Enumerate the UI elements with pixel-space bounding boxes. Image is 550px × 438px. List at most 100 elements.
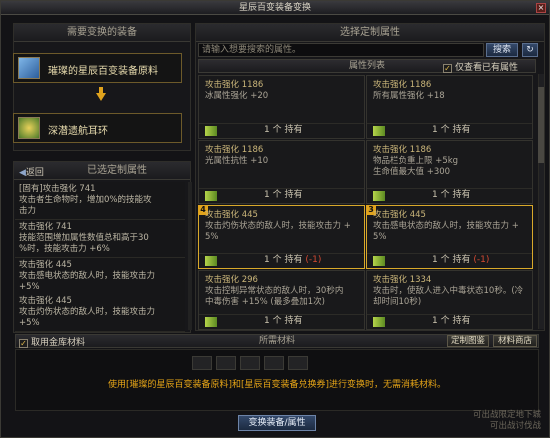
- back-label: 返回: [25, 168, 44, 178]
- selected-attr-line: 击力: [19, 206, 37, 216]
- target-equip-name: 深潜遗航耳环: [48, 126, 108, 137]
- card-line: 攻击强化 1186: [205, 80, 264, 90]
- selected-attr-line: +5%: [19, 282, 40, 292]
- card-line: 攻击时，使敌人进入中毒状态10秒。(冷: [373, 286, 524, 296]
- selected-scrollbar[interactable]: [188, 182, 192, 330]
- material-slot-icon: [192, 356, 212, 370]
- search-button[interactable]: 搜索: [486, 43, 518, 57]
- back-button[interactable]: ◀返回: [19, 165, 44, 178]
- back-arrow-icon: ◀: [19, 168, 26, 178]
- attr-icon: [205, 317, 217, 327]
- card-line: 攻击强化 1186: [373, 80, 432, 90]
- window-titlebar: 星辰百变装备变换 ×: [1, 1, 549, 15]
- window-title: 星辰百变装备变换: [238, 3, 311, 13]
- attr-card-selected[interactable]: 4 攻击强化 445 攻击灼伤状态的敌人时，技能攻击力 +5% 1 个 持有 (-…: [198, 205, 365, 269]
- equipment-transform-window: 星辰百变装备变换 × 需要变换的装备 璀璨的星辰百变装备原料 深潜遗航耳环 已选…: [0, 0, 550, 438]
- card-line: 5%: [373, 232, 387, 242]
- card-line: 中毒伤害 +15% (最多叠加1次): [205, 297, 325, 307]
- material-slot-icon: [240, 356, 260, 370]
- selected-attr-line: %时，技能攻击力 +6%: [19, 244, 110, 254]
- card-line: 所有属性强化 +18: [373, 91, 445, 101]
- refresh-icon[interactable]: ↻: [522, 43, 538, 57]
- card-count: 1 个 持有: [264, 190, 303, 200]
- attr-card[interactable]: 攻击强化 296 攻击控制异常状态的敌人时，30秒内 中毒伤害 +15% (最多叠加…: [198, 270, 365, 330]
- card-line: 却时间10秒): [373, 297, 422, 307]
- card-line: 物品栏负重上限 +5kg: [373, 156, 459, 166]
- card-count: 1 个 持有: [264, 255, 303, 265]
- equip-panel-head: 需要变换的装备: [14, 24, 190, 42]
- card-count: 1 个 持有: [264, 125, 303, 135]
- card-line: 攻击强化 1186: [205, 145, 264, 155]
- attr-card-selected[interactable]: 3 攻击强化 445 攻击感电状态的敌人时，技能攻击力 +5% 1 个 持有 (-…: [366, 205, 533, 269]
- card-line: 攻击强化 1186: [373, 145, 432, 155]
- earring-icon: [18, 117, 40, 139]
- attr-card[interactable]: 攻击强化 1186 光属性抗性 +10 1 个 持有: [198, 140, 365, 204]
- card-line: 攻击灼伤状态的敌人时，技能攻击力 +: [205, 221, 351, 231]
- card-line: 攻击强化 296: [205, 275, 258, 285]
- use-vault-label: 取用金库材料: [31, 338, 86, 348]
- card-line: 攻击强化 445: [373, 210, 426, 220]
- checkbox-icon[interactable]: ✓: [443, 64, 452, 73]
- search-input[interactable]: 请输入想要搜索的属性。: [198, 43, 484, 57]
- notice-text: 使用[璀璨的星辰百变装备原料]和[星辰百变装备兑换券]进行变换时，无需消耗材料。: [107, 380, 447, 390]
- selected-attr-line: 攻击强化 445: [19, 260, 72, 270]
- checkbox-icon[interactable]: ✓: [19, 339, 28, 348]
- attr-icon: [373, 126, 385, 136]
- selected-attr-line: 技能范围增加属性数值总和高于30: [19, 233, 149, 243]
- attr-icon: [205, 126, 217, 136]
- card-line: 攻击强化 445: [205, 210, 258, 220]
- material-shop-button[interactable]: 材料商店: [493, 335, 537, 347]
- card-count: 1 个 持有: [264, 316, 303, 326]
- material-slot-icon: [264, 356, 284, 370]
- selected-attr-item[interactable]: 攻击强化 445 攻击灼伤状态的敌人时，技能攻击力 +5%: [15, 294, 185, 332]
- customize-preview-button[interactable]: 定制图鉴: [447, 335, 489, 347]
- selected-attr-item[interactable]: 攻击强化 741 技能范围增加属性数值总和高于30 %时，技能攻击力 +6%: [15, 220, 185, 258]
- attr-card[interactable]: 攻击强化 1334 攻击时，使敌人进入中毒状态10秒。(冷 却时间10秒) 1 个 …: [366, 270, 533, 330]
- selected-attr-line: 攻击感电状态的敌人时，技能攻击力: [19, 271, 156, 281]
- arrow-down-head-icon: [96, 93, 106, 101]
- selected-attr-item[interactable]: 攻击强化 445 攻击感电状态的敌人时，技能攻击力 +5%: [15, 258, 185, 296]
- material-icon: [18, 57, 40, 79]
- material-slot[interactable]: 璀璨的星辰百变装备原料: [13, 53, 182, 83]
- close-icon[interactable]: ×: [536, 3, 546, 13]
- selected-attr-item[interactable]: [固有]攻击强化 741 攻击者生命物时，增加0%的技能攻 击力: [15, 182, 185, 220]
- material-slot-icon: [216, 356, 236, 370]
- use-vault-toggle[interactable]: ✓ 取用金库材料: [19, 335, 85, 348]
- card-line: 5%: [205, 232, 219, 242]
- card-count: 1 个 持有: [432, 125, 471, 135]
- attr-list-title: 属性列表: [348, 61, 385, 71]
- material-slot-icon: [288, 356, 308, 370]
- card-consume: (-1): [473, 255, 490, 265]
- attr-icon: [373, 317, 385, 327]
- card-line: 冰属性强化 +20: [205, 91, 269, 101]
- attr-card[interactable]: 攻击强化 1186 冰属性强化 +20 1 个 持有: [198, 75, 365, 139]
- card-line: 攻击强化 1334: [373, 275, 432, 285]
- card-line: 光属性抗性 +10: [205, 156, 269, 166]
- attr-scrollbar-thumb[interactable]: [538, 87, 544, 163]
- selected-attr-line: 攻击强化 741: [19, 222, 72, 232]
- custom-attr-panel-head: 选择定制属性: [196, 24, 544, 42]
- card-line: 生命值最大值 +300: [373, 167, 451, 177]
- attr-card[interactable]: 攻击强化 1186 物品栏负重上限 +5kg 生命值最大值 +300 1 个 持有: [366, 140, 533, 204]
- attr-card[interactable]: 攻击强化 1186 所有属性强化 +18 1 个 持有: [366, 75, 533, 139]
- card-consume: (-1): [305, 255, 322, 265]
- selected-attr-line: 攻击者生命物时，增加0%的技能攻: [19, 195, 152, 205]
- selected-attr-line: 攻击灼伤状态的敌人时，技能攻击力: [19, 307, 156, 317]
- attr-icon: [205, 256, 217, 266]
- exchange-button[interactable]: 变换装备/属性: [238, 415, 316, 431]
- card-line: 攻击控制异常状态的敌人时，30秒内: [205, 286, 344, 296]
- materials-area: 使用[璀璨的星辰百变装备原料]和[星辰百变装备兑换券]进行变换时，无需消耗材料。: [15, 349, 539, 411]
- only-owned-label: 仅查看已有属性: [455, 63, 519, 73]
- selected-attr-line: [固有]攻击强化 741: [19, 184, 96, 194]
- attr-icon: [373, 191, 385, 201]
- card-count: 1 个 持有: [432, 190, 471, 200]
- corner-note: 可出战讨伐战: [489, 421, 541, 431]
- card-count: 1 个 持有: [432, 255, 471, 265]
- attr-icon: [205, 191, 217, 201]
- only-owned-toggle[interactable]: ✓ 仅查看已有属性: [443, 60, 518, 73]
- selected-attr-line: 攻击强化 445: [19, 296, 72, 306]
- card-line: 攻击感电状态的敌人时，技能攻击力 +: [373, 221, 519, 231]
- material-name: 璀璨的星辰百变装备原料: [48, 66, 158, 77]
- target-equip-slot[interactable]: 深潜遗航耳环: [13, 113, 182, 143]
- selected-attr-line: +5%: [19, 318, 40, 328]
